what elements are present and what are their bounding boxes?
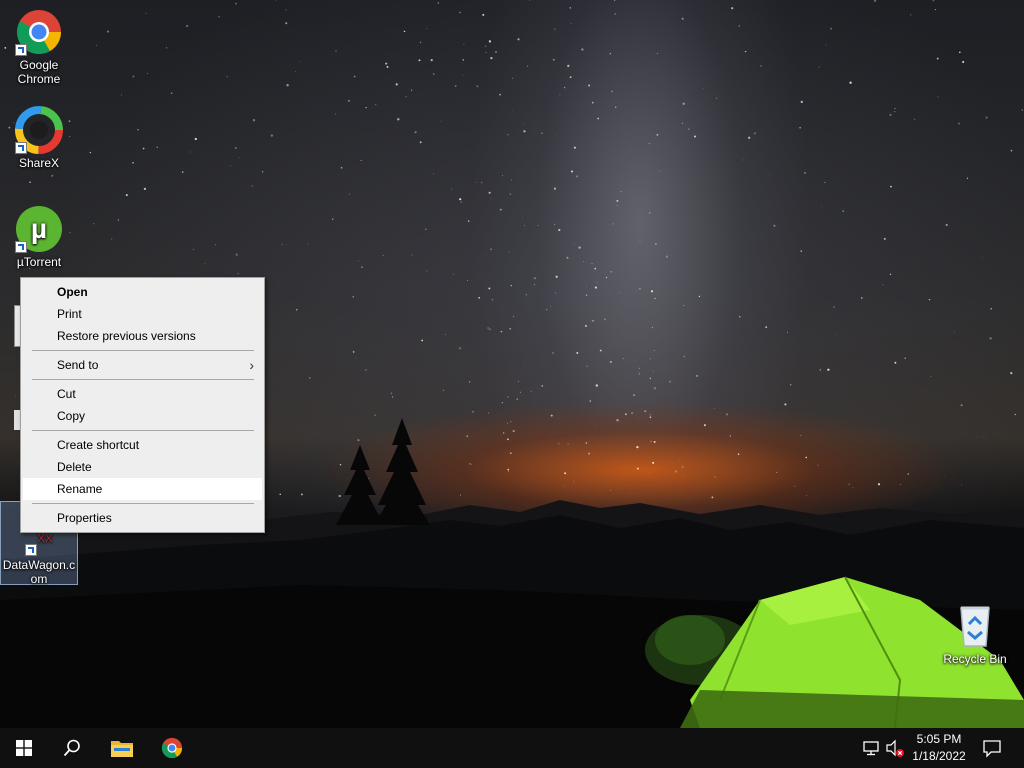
desktop-icon-utorrent[interactable]: µ µTorrent [1, 205, 77, 269]
svg-text:XX: XX [38, 533, 53, 545]
desktop-icon-label: DataWagon.com [2, 558, 76, 586]
file-explorer-button[interactable] [98, 728, 146, 768]
menu-item-properties[interactable]: Properties [23, 507, 262, 529]
volume-muted-icon[interactable] [885, 738, 905, 758]
file-explorer-icon [111, 741, 133, 757]
chrome-icon [15, 8, 63, 56]
menu-item-restore-previous-versions[interactable]: Restore previous versions [23, 325, 262, 347]
start-button[interactable] [0, 728, 48, 768]
desktop-icon-label: µTorrent [16, 255, 62, 269]
search-icon [63, 739, 80, 757]
chevron-right-icon: › [249, 357, 254, 373]
svg-text:µ: µ [31, 213, 47, 244]
shortcut-arrow-icon [25, 544, 37, 556]
desktop-icon-label: ShareX [18, 156, 60, 170]
context-menu: Open Print Restore previous versions Sen… [20, 277, 265, 533]
desktop-icon-label: Google Chrome [17, 58, 61, 86]
menu-separator [32, 350, 254, 351]
shortcut-arrow-icon [15, 44, 27, 56]
menu-item-send-to[interactable]: Send to › [23, 354, 262, 376]
menu-separator [32, 503, 254, 504]
network-icon[interactable] [862, 738, 882, 758]
sharex-icon [15, 106, 63, 154]
action-center-icon[interactable] [982, 738, 1002, 758]
menu-item-print[interactable]: Print [23, 303, 262, 325]
chrome-icon [161, 737, 183, 759]
menu-item-rename[interactable]: Rename [23, 478, 262, 500]
shortcut-arrow-icon [15, 142, 27, 154]
clock-time: 5:05 PM [916, 732, 962, 746]
desktop-icon-google-chrome[interactable]: Google Chrome [1, 8, 77, 86]
desktop-icon-sharex[interactable]: ShareX [1, 106, 77, 170]
taskbar: 5:05 PM 1/18/2022 [0, 728, 1024, 768]
menu-item-delete[interactable]: Delete [23, 456, 262, 478]
taskbar-clock[interactable]: 5:05 PM 1/18/2022 [906, 731, 972, 765]
shortcut-arrow-icon [15, 241, 27, 253]
windows-start-icon [16, 740, 32, 756]
utorrent-icon: µ [15, 205, 63, 253]
desktop-icon-label: Recycle Bin [943, 652, 1007, 666]
search-button[interactable] [48, 728, 96, 768]
recycle-bin-icon [951, 602, 999, 650]
clock-date: 1/18/2022 [912, 749, 966, 763]
menu-item-cut[interactable]: Cut [23, 383, 262, 405]
menu-separator [32, 379, 254, 380]
menu-item-create-shortcut[interactable]: Create shortcut [23, 434, 262, 456]
chrome-taskbar-button[interactable] [148, 728, 196, 768]
menu-item-open[interactable]: Open [23, 281, 262, 303]
menu-separator [32, 430, 254, 431]
menu-item-copy[interactable]: Copy [23, 405, 262, 427]
desktop-icon-recycle-bin[interactable]: Recycle Bin [937, 602, 1013, 666]
